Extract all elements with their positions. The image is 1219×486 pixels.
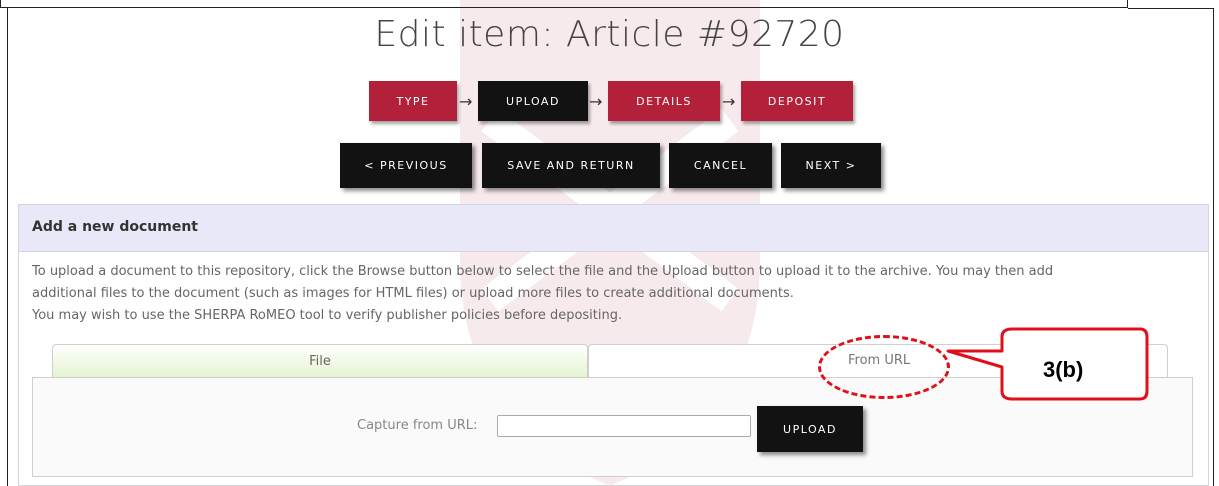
- cancel-button[interactable]: CANCEL: [669, 143, 772, 188]
- step-deposit-button[interactable]: DEPOSIT: [741, 81, 853, 121]
- arrow-right-icon: →: [722, 92, 736, 111]
- capture-url-input[interactable]: [497, 415, 751, 437]
- step-details-label: DETAILS: [636, 94, 692, 108]
- screenshot-frame-top-right: [1128, 8, 1214, 9]
- annotation-highlight-ellipse: [818, 335, 950, 399]
- screenshot-frame-left: [7, 8, 8, 486]
- next-button[interactable]: NEXT >: [781, 143, 881, 188]
- tab-file[interactable]: File: [52, 344, 588, 378]
- panel-instructions: To upload a document to this repository,…: [32, 261, 1202, 327]
- annotation-label: 3(b): [1043, 357, 1084, 382]
- arrow-right-icon: →: [459, 92, 473, 111]
- screenshot-frame-top: [0, 0, 1128, 8]
- step-upload-button[interactable]: UPLOAD: [478, 81, 588, 121]
- step-deposit-label: DEPOSIT: [767, 94, 827, 108]
- panel-title: Add a new document: [32, 219, 198, 235]
- previous-button[interactable]: < PREVIOUS: [340, 143, 472, 188]
- save-and-return-label: SAVE AND RETURN: [507, 159, 635, 172]
- screenshot-frame-right: [1213, 8, 1214, 486]
- next-label: NEXT >: [805, 159, 857, 172]
- instructions-line-3: You may wish to use the SHERPA RoMEO too…: [32, 308, 623, 323]
- capture-url-label: Capture from URL:: [357, 418, 478, 433]
- step-upload-label: UPLOAD: [506, 94, 560, 108]
- step-details-button[interactable]: DETAILS: [608, 81, 720, 121]
- cancel-label: CANCEL: [693, 159, 748, 172]
- arrow-right-icon: →: [589, 92, 603, 111]
- tab-file-label: File: [309, 354, 331, 369]
- upload-label: UPLOAD: [783, 422, 837, 436]
- step-type-button[interactable]: TYPE: [369, 81, 457, 121]
- page-title: Edit item: Article #92720: [374, 14, 845, 55]
- instructions-line-2: additional files to the document (such a…: [32, 286, 794, 301]
- save-and-return-button[interactable]: SAVE AND RETURN: [482, 143, 660, 188]
- instructions-line-1: To upload a document to this repository,…: [32, 264, 1054, 279]
- step-type-label: TYPE: [396, 94, 430, 108]
- previous-label: < PREVIOUS: [364, 159, 448, 172]
- upload-button[interactable]: UPLOAD: [757, 406, 863, 452]
